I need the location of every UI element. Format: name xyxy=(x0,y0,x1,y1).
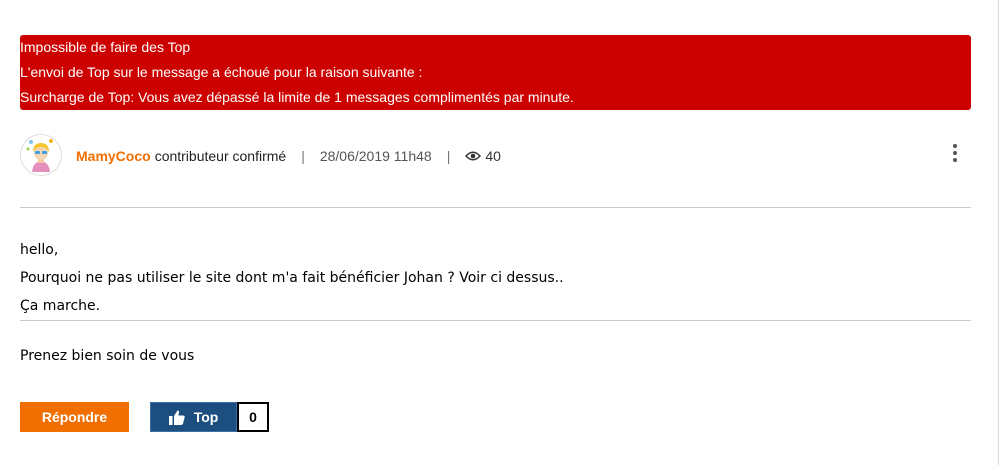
more-vertical-icon[interactable] xyxy=(948,142,962,164)
author-link[interactable]: MamyCoco xyxy=(76,148,151,164)
meta-separator: | xyxy=(301,148,305,164)
post-body: hello, Pourquoi ne pas utiliser le site … xyxy=(20,240,564,324)
top-button[interactable]: Top xyxy=(150,402,237,432)
post-date: 28/06/2019 11h48 xyxy=(319,148,432,164)
author-rank: contributeur confirmé xyxy=(154,148,287,164)
avatar[interactable] xyxy=(20,134,62,176)
post-meta: MamyCoco contributeur confirmé | 28/06/2… xyxy=(76,146,501,166)
reply-button[interactable]: Répondre xyxy=(20,402,129,432)
top-kudos-group: Top 0 xyxy=(150,402,269,432)
body-line: hello, xyxy=(20,242,59,258)
error-banner: Impossible de faire des Top L'envoi de T… xyxy=(20,35,971,110)
top-count: 0 xyxy=(237,402,269,432)
error-message: L'envoi de Top sur le message a échoué p… xyxy=(20,64,423,80)
error-title: Impossible de faire des Top xyxy=(20,39,191,55)
views-value: 40 xyxy=(485,148,501,164)
signature-divider xyxy=(20,320,971,321)
avatar-image xyxy=(21,135,61,175)
top-button-label: Top xyxy=(193,409,219,425)
thumbs-up-icon xyxy=(168,410,185,425)
meta-separator: | xyxy=(446,148,451,164)
header-divider xyxy=(20,207,971,208)
error-reason: Surcharge de Top: Vous avez dépassé la l… xyxy=(20,89,574,105)
views-count: 40 xyxy=(465,148,501,164)
signature: Prenez bien soin de vous xyxy=(20,348,195,364)
body-line: Pourquoi ne pas utiliser le site dont m'… xyxy=(20,270,564,286)
post-header: MamyCoco contributeur confirmé | 28/06/2… xyxy=(20,134,971,178)
eye-icon xyxy=(465,151,482,161)
